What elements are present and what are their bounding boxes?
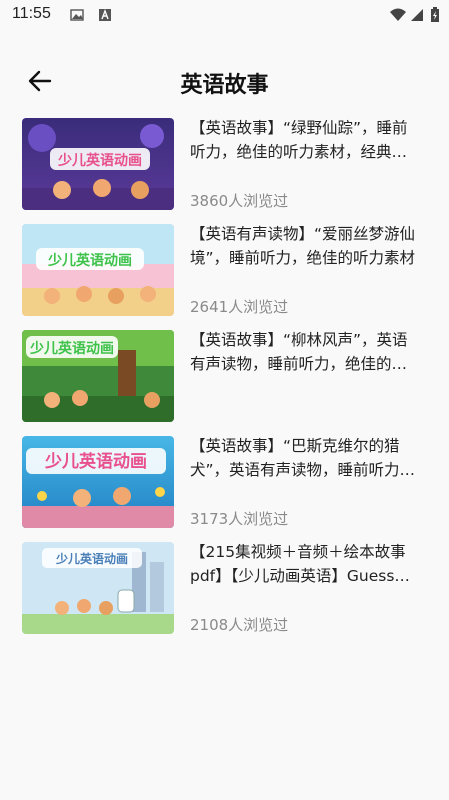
thumbnail-caption: 少儿英语动画 (55, 551, 128, 566)
status-time: 11:55 (12, 5, 51, 22)
thumbnail-image: 少儿英语动画 (22, 224, 174, 316)
list-item[interactable]: 少儿英语动画 【英语有声读物】“爱丽丝梦游仙境”，睡前听力，绝佳的听力素材 26… (22, 218, 427, 316)
app-header: 英语故事 (0, 55, 449, 107)
thumbnail-image: 少儿英语动画 (22, 542, 174, 634)
item-title: 【英语有声读物】“爱丽丝梦游仙境”，睡前听力，绝佳的听力素材 (190, 225, 416, 267)
view-count: 2641人浏览过 (190, 298, 289, 316)
item-title: 【215集视频＋音频＋绘本故事pdf】【少儿动画英语】Guess How Muc… (190, 543, 406, 585)
thumbnail-image: 少儿英语动画 (22, 330, 174, 422)
item-title: 【英语故事】“柳林风声”，英语有声读物，睡前听力，绝佳的听力素材 (190, 331, 408, 373)
thumbnail-caption: 少儿英语动画 (29, 340, 114, 357)
view-count: 3173人浏览过 (190, 510, 289, 528)
cell-signal-icon (410, 7, 424, 21)
page-title: 英语故事 (180, 73, 269, 98)
thumbnail-image: 少儿英语动画 (22, 118, 174, 210)
view-count: 3860人浏览过 (190, 192, 289, 210)
font-notification-icon (98, 7, 112, 21)
thumbnail-caption: 少儿英语动画 (47, 252, 132, 269)
view-count: 2108人浏览过 (190, 616, 289, 634)
list-item[interactable]: 少儿英语动画 【英语故事】“柳林风声”，英语有声读物，睡前听力，绝佳的听力素材 (22, 324, 427, 422)
thumbnail-image: 少儿英语动画 (22, 436, 174, 528)
list-item[interactable]: 少儿英语动画 【英语故事】“巴斯克维尔的猎犬”，英语有声读物，睡前听力，绝佳的听… (22, 430, 427, 528)
list-item[interactable]: 少儿英语动画 【英语故事】“绿野仙踪”，睡前听力，绝佳的听力素材，经典英语故事 … (22, 112, 427, 210)
list-item[interactable]: 少儿英语动画 【215集视频＋音频＋绘本故事pdf】【少儿动画英语】Guess … (22, 536, 427, 634)
image-notification-icon (70, 7, 84, 21)
wifi-icon (389, 7, 407, 21)
battery-icon (430, 7, 440, 22)
thumbnail-caption: 少儿英语动画 (44, 451, 147, 472)
item-title: 【英语故事】“绿野仙踪”，睡前听力，绝佳的听力素材，经典英语故事 (190, 119, 408, 161)
status-bar: 11:55 (0, 0, 449, 30)
thumbnail-caption: 少儿英语动画 (57, 152, 142, 169)
item-title: 【英语故事】“巴斯克维尔的猎犬”，英语有声读物，睡前听力，绝佳的听力素材 (190, 437, 416, 479)
